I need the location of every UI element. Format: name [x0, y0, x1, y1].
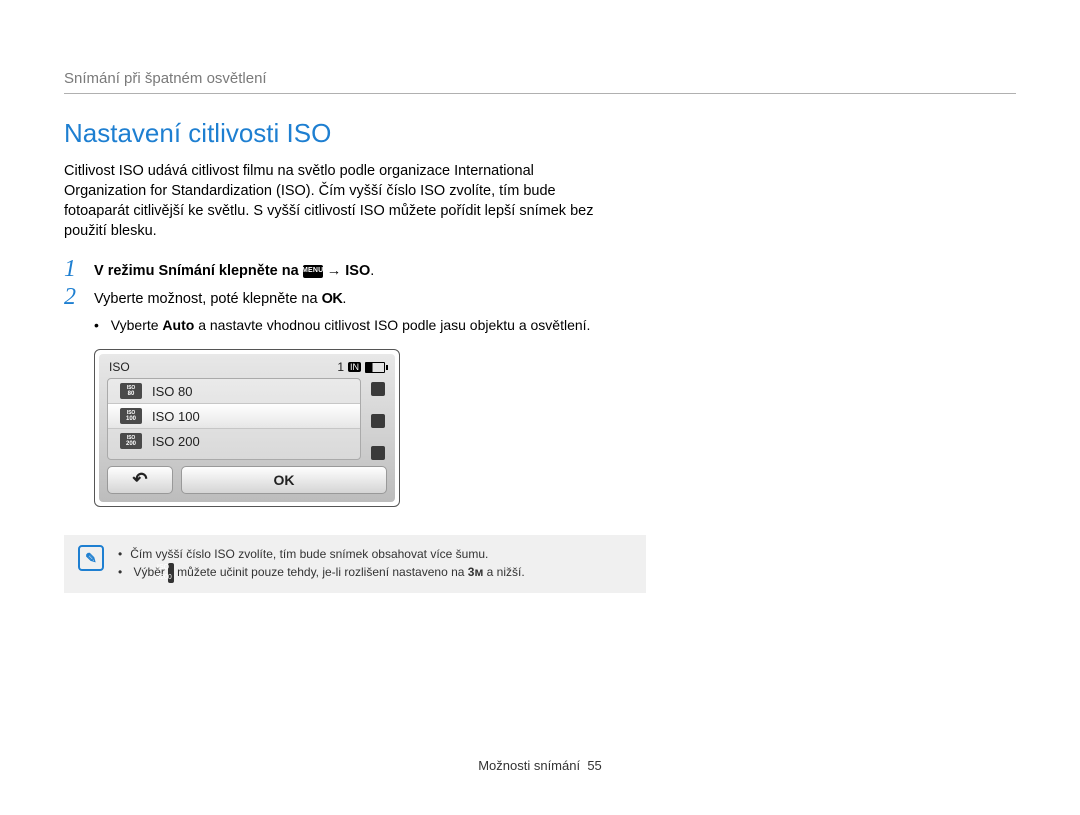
iso-option-label: ISO 200 [152, 434, 200, 449]
iso-option-80[interactable]: ISO80 ISO 80 [108, 379, 360, 404]
storage-icon: IN [348, 362, 361, 372]
battery-icon [365, 362, 385, 373]
ok-icon: OK [322, 291, 343, 307]
note-item: Čím vyšší číslo ISO zvolíte, tím bude sn… [132, 545, 525, 563]
note-icon: ✎ [78, 545, 104, 571]
note-item: Výběr ISO3200 můžete učinit pouze tehdy,… [132, 563, 525, 583]
iso-icon: ISO80 [120, 383, 142, 399]
intro-text: Citlivost ISO udává citlivost filmu na s… [64, 161, 604, 241]
cam-side-icons [369, 378, 387, 460]
iso-option-100[interactable]: ISO100 ISO 100 [108, 404, 360, 429]
page-footer: Možnosti snímání 55 [0, 758, 1080, 773]
step-1: 1 V režimu Snímání klepněte na MENU → IS… [64, 259, 1016, 281]
iso-option-label: ISO 80 [152, 384, 192, 399]
camera-screenshot: ISO 1 IN ISO80 ISO 80 [94, 349, 400, 507]
steps-list: 1 V režimu Snímání klepněte na MENU → IS… [64, 259, 1016, 593]
breadcrumb: Snímání při špatném osvětlení [64, 70, 1016, 94]
note-box: ✎ Čím vyšší číslo ISO zvolíte, tím bude … [64, 535, 646, 593]
iso-option-list: ISO80 ISO 80 ISO100 ISO 100 ISO200 ISO 2… [107, 378, 361, 460]
cam-shot-count: 1 [337, 360, 344, 374]
step-text: V režimu Snímání klepněte na MENU → ISO. [94, 259, 374, 281]
iso-icon: ISO200 [120, 433, 142, 449]
iso-option-200[interactable]: ISO200 ISO 200 [108, 429, 360, 453]
step-number: 1 [64, 257, 94, 281]
iso-option-label: ISO 100 [152, 409, 200, 424]
ok-button[interactable]: OK [181, 466, 387, 494]
step-2: 2 Vyberte možnost, poté klepněte na OK. [64, 287, 1016, 309]
step-number: 2 [64, 285, 94, 309]
side-icon-3[interactable] [371, 446, 385, 460]
step-text: Vyberte možnost, poté klepněte na OK. [94, 287, 346, 309]
side-icon-1[interactable] [371, 382, 385, 396]
back-button[interactable]: ↶ [107, 466, 173, 494]
size-3m-icon: 3ᴍ [468, 565, 484, 579]
iso-icon: ISO100 [120, 408, 142, 424]
step-sub-bullets: Vyberte Auto a nastavte vhodnou citlivos… [94, 316, 1016, 336]
sub-bullet: Vyberte Auto a nastavte vhodnou citlivos… [108, 316, 1016, 336]
side-icon-2[interactable] [371, 414, 385, 428]
cam-title: ISO [109, 360, 130, 374]
page-title: Nastavení citlivosti ISO [64, 118, 1016, 149]
menu-icon: MENU [303, 265, 323, 278]
